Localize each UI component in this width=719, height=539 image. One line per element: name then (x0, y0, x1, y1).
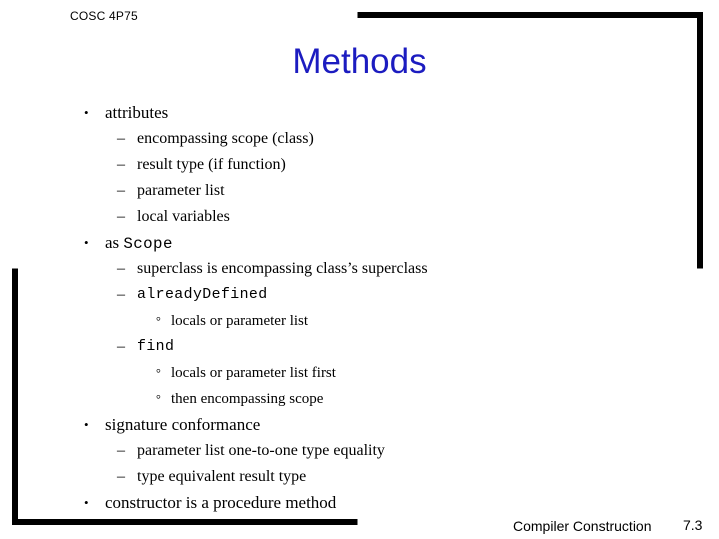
bullet-ring-icon: ° (156, 366, 161, 380)
bullet-disc-icon: • (84, 495, 89, 510)
list-item-label: locals or parameter list (171, 313, 309, 329)
list-item: – find (0, 334, 719, 360)
list-item: ° locals or parameter list (0, 308, 719, 334)
list-item: • as Scope (0, 230, 719, 256)
bullet-disc-icon: • (84, 417, 89, 432)
list-item-label: result type (if function) (137, 156, 286, 173)
page-number: 7.3 (683, 517, 703, 533)
list-item: – superclass is encompassing class’s sup… (0, 256, 719, 282)
list-item: • constructor is a procedure method (0, 490, 719, 516)
bullet-dash-icon: – (117, 286, 125, 303)
list-item-label: parameter list (137, 182, 225, 199)
list-item: – alreadyDefined (0, 282, 719, 308)
bullet-disc-icon: • (84, 105, 89, 120)
list-item-label: then encompassing scope (171, 391, 324, 407)
bullet-dash-icon: – (117, 130, 125, 147)
bullet-dash-icon: – (117, 468, 125, 485)
list-item-label: signature conformance (105, 415, 261, 434)
bullet-ring-icon: ° (156, 392, 161, 406)
list-item: – parameter list (0, 178, 719, 204)
page-title: Methods (292, 42, 427, 81)
code-identifier: find (137, 339, 175, 355)
list-item: – parameter list one-to-one type equalit… (0, 438, 719, 464)
bullet-dash-icon: – (117, 338, 125, 355)
course-code-label: COSC 4P75 (70, 9, 138, 23)
list-item-label: as Scope (105, 230, 173, 257)
code-identifier: alreadyDefined (137, 287, 268, 303)
list-item: – result type (if function) (0, 152, 719, 178)
list-item: • attributes (0, 100, 719, 126)
list-item-label: constructor is a procedure method (105, 493, 337, 512)
bullet-dash-icon: – (117, 208, 125, 225)
list-item: ° locals or parameter list first (0, 360, 719, 386)
bullet-dash-icon: – (117, 156, 125, 173)
bullet-disc-icon: • (84, 235, 89, 250)
code-identifier: Scope (123, 235, 173, 253)
footer-course-title: Compiler Construction (513, 518, 652, 534)
list-item: – encompassing scope (class) (0, 126, 719, 152)
list-item-label: encompassing scope (class) (137, 130, 314, 147)
list-item-label: locals or parameter list first (171, 365, 336, 381)
bullet-dash-icon: – (117, 442, 125, 459)
list-item-label: superclass is encompassing class’s super… (137, 260, 428, 277)
list-item-text: as (105, 233, 124, 252)
list-item-label: parameter list one-to-one type equality (137, 442, 385, 459)
list-item: – local variables (0, 204, 719, 230)
bullet-dash-icon: – (117, 260, 125, 277)
outline-list: • attributes – encompassing scope (class… (0, 100, 719, 516)
list-item: – type equivalent result type (0, 464, 719, 490)
bullet-ring-icon: ° (156, 314, 161, 328)
list-item-label: local variables (137, 208, 230, 225)
list-item: ° then encompassing scope (0, 386, 719, 412)
list-item-label: attributes (105, 103, 169, 122)
list-item-label: type equivalent result type (137, 468, 307, 485)
bullet-dash-icon: – (117, 182, 125, 199)
list-item: • signature conformance (0, 412, 719, 438)
